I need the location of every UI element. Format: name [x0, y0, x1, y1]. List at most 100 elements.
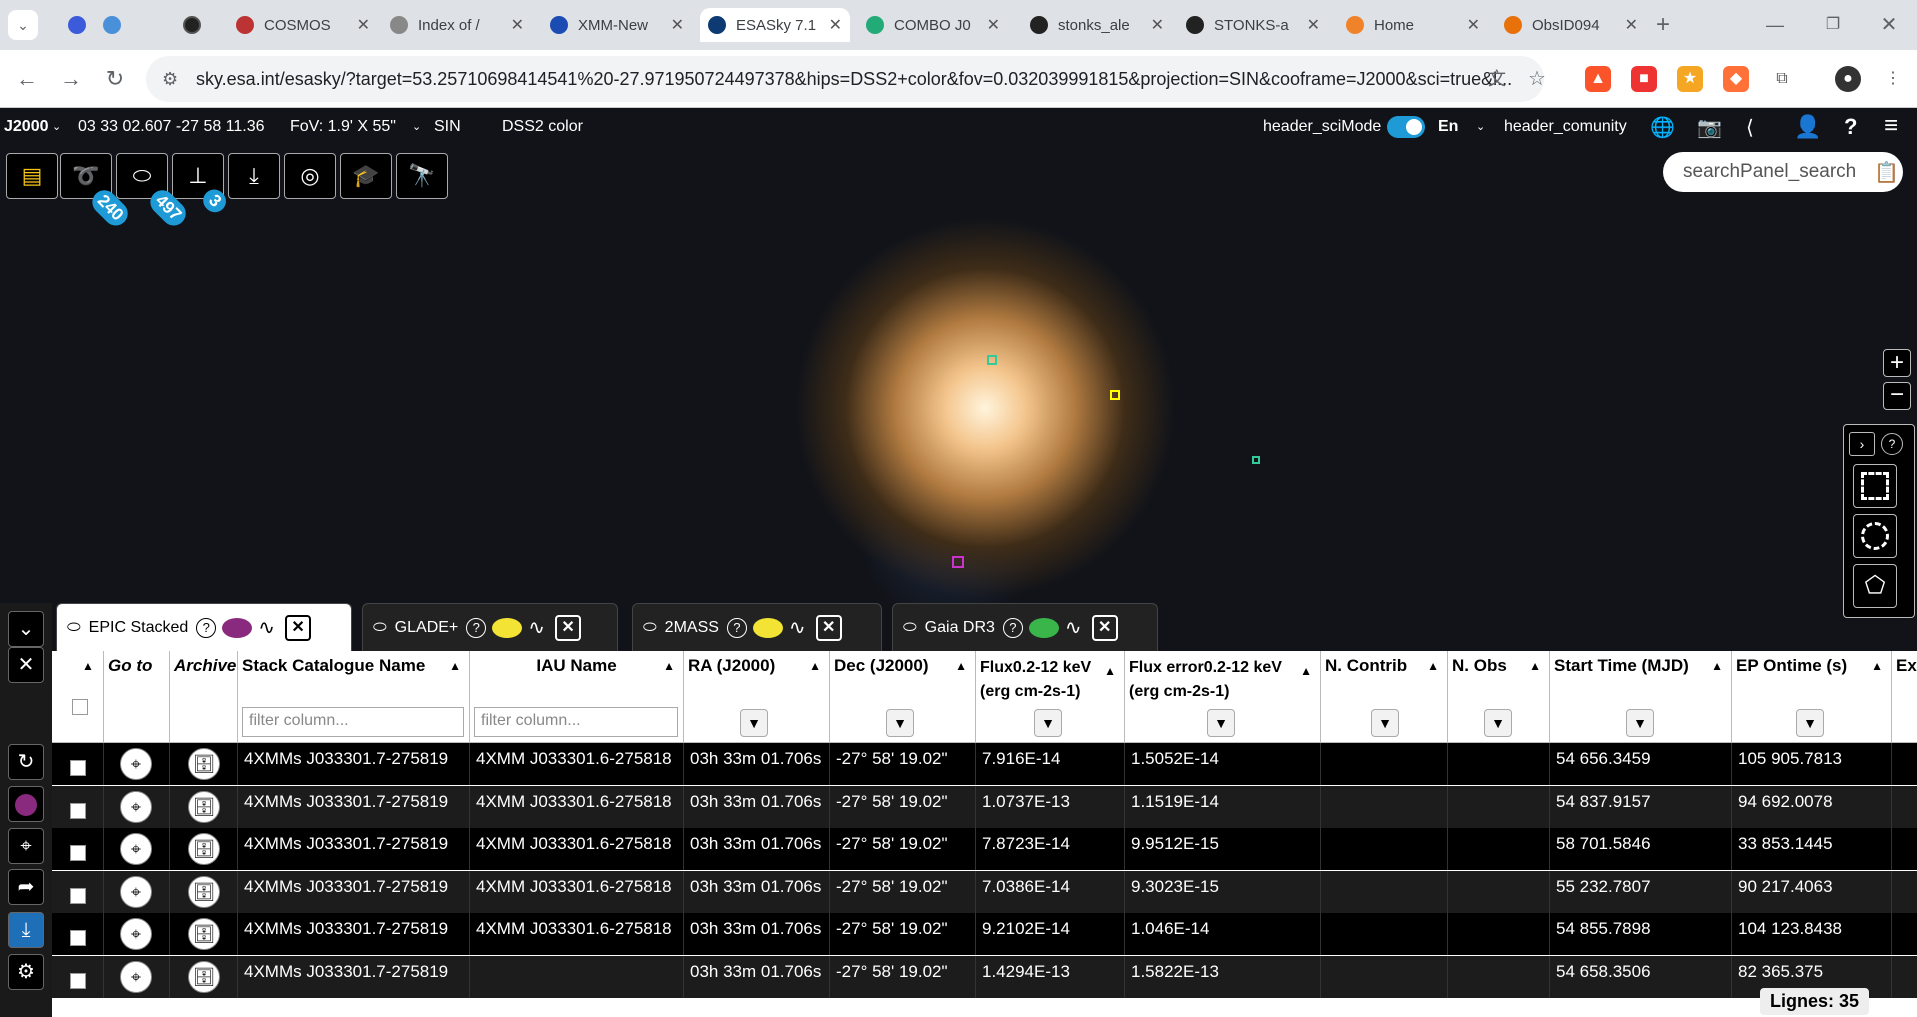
browser-tab[interactable]: Home ✕ [1338, 8, 1488, 42]
coord-frame-select[interactable]: J2000 [4, 118, 49, 136]
user-icon[interactable]: 👤 [1794, 114, 1821, 140]
color-dot[interactable] [1028, 617, 1059, 638]
circle-select-button[interactable] [1853, 514, 1897, 558]
sort-icon[interactable]: ▲ [1427, 659, 1439, 673]
tab-2mass[interactable]: ⬭ 2MASS ? ∿ ✕ [632, 603, 882, 651]
brave-shield-icon[interactable]: ▲ [1585, 66, 1611, 92]
sort-icon[interactable]: ▲ [449, 659, 461, 673]
wave-icon[interactable]: ∿ [528, 615, 545, 640]
help-icon[interactable]: ? [196, 617, 217, 638]
crosshair-icon[interactable]: ⌖ [120, 918, 152, 950]
row-checkbox[interactable] [70, 845, 86, 861]
column-start-time[interactable]: Start Time (MJD) ▲ ▼ [1550, 651, 1732, 743]
filter-funnel-icon[interactable]: ▼ [886, 709, 914, 737]
archive-icon[interactable]: 🗄 [188, 875, 220, 908]
browser-tab[interactable]: COSMOS ✕ [228, 8, 378, 42]
sort-icon[interactable]: ▲ [82, 659, 94, 673]
sort-icon[interactable]: ▲ [1104, 659, 1116, 683]
survey-name[interactable]: DSS2 color [502, 118, 583, 136]
close-tab-icon[interactable]: ✕ [1307, 15, 1320, 35]
close-tab-icon[interactable]: ✕ [1151, 15, 1164, 35]
collapse-toolbox-button[interactable]: › [1849, 432, 1875, 456]
filter-funnel-icon[interactable]: ▼ [1371, 709, 1399, 737]
archive-icon[interactable]: 🗄 [188, 748, 220, 780]
download-button[interactable]: ⤓ [8, 912, 44, 948]
globe-icon[interactable]: 🌐 [1650, 115, 1675, 140]
column-flux[interactable]: Flux0.2-12 keV (erg cm-2s-1) ▲ ▼ [976, 651, 1125, 743]
row-checkbox[interactable] [70, 972, 86, 989]
row-checkbox[interactable] [70, 930, 86, 946]
site-info-icon[interactable]: ⚙ [162, 56, 178, 102]
polygon-select-button[interactable]: ⬠ [1853, 564, 1897, 608]
projection-select[interactable]: SIN [434, 118, 461, 136]
column-ep-ontime[interactable]: EP Ontime (s) ▲ ▼ [1732, 651, 1892, 743]
close-tab-icon[interactable]: ✕ [511, 15, 524, 35]
new-tab-button[interactable]: + [1648, 10, 1678, 40]
back-button[interactable]: ← [12, 64, 42, 94]
clipboard-icon[interactable]: 📋 [1874, 160, 1899, 185]
color-dot[interactable] [752, 617, 783, 638]
share-icon[interactable]: ⟨ [1746, 115, 1754, 140]
pinned-tab-1[interactable] [60, 8, 90, 42]
reload-button[interactable]: ↻ [100, 64, 130, 94]
source-marker[interactable] [952, 556, 964, 568]
chevron-down-icon[interactable]: ⌄ [412, 120, 421, 133]
sort-icon[interactable]: ▲ [1529, 659, 1541, 673]
community-link[interactable]: header_comunity [1504, 118, 1627, 136]
table-row[interactable]: ⌖ 🗄 4XMMs J033301.7-275819 03h 33m 01.706s -… [52, 955, 1917, 998]
browser-tab[interactable]: ObsID094 ✕ [1496, 8, 1646, 42]
crosshair-icon[interactable]: ⌖ [120, 790, 152, 823]
column-iau-name[interactable]: IAU Name ▲ filter column... [470, 651, 684, 743]
crosshair-icon[interactable]: ⌖ [120, 833, 152, 865]
close-tab-button[interactable]: ✕ [815, 614, 842, 641]
archive-icon[interactable]: 🗄 [188, 790, 220, 823]
refresh-button[interactable]: ↻ [8, 744, 44, 780]
crosshair-icon[interactable]: ⌖ [120, 875, 152, 908]
sort-icon[interactable]: ▲ [663, 659, 675, 673]
tab-search-icon[interactable]: ⌄ [8, 10, 38, 40]
bookmark-star-icon[interactable]: ☆ [1522, 64, 1552, 94]
center-on-selection-button[interactable]: ⌖ [8, 828, 44, 864]
column-dec[interactable]: Dec (J2000) ▲ ▼ [830, 651, 976, 743]
source-marker[interactable] [1110, 390, 1120, 400]
forward-button[interactable]: → [56, 64, 86, 94]
color-dot[interactable] [492, 617, 523, 638]
sort-icon[interactable]: ▲ [1300, 659, 1312, 683]
box-select-button[interactable] [1853, 464, 1897, 508]
translate-icon[interactable]: 文 [1482, 64, 1512, 94]
filter-funnel-icon[interactable]: ▼ [1207, 709, 1235, 737]
sort-icon[interactable]: ▲ [955, 659, 967, 673]
close-panel-button[interactable]: ✕ [8, 647, 44, 683]
close-tab-icon[interactable]: ✕ [829, 15, 842, 35]
hamburger-menu-icon[interactable]: ≡ [1884, 112, 1898, 140]
guided-tours-button[interactable]: 🎓 [340, 153, 392, 199]
help-icon[interactable]: ? [726, 617, 747, 638]
extension-icon[interactable]: ★ [1677, 66, 1703, 92]
wave-icon[interactable]: ∿ [1065, 615, 1082, 640]
chevron-down-icon[interactable]: ⌄ [52, 120, 61, 133]
crosshair-icon[interactable]: ⌖ [120, 748, 152, 780]
sort-icon[interactable]: ▲ [809, 659, 821, 673]
filter-funnel-icon[interactable]: ▼ [1626, 709, 1654, 737]
color-picker-button[interactable] [8, 786, 44, 822]
address-bar[interactable]: ⚙ sky.esa.int/esasky/?target=53.25710698… [146, 56, 1544, 102]
language-select[interactable]: En [1438, 118, 1458, 136]
browser-tab[interactable]: Index of / ✕ [382, 8, 532, 42]
extension-icon[interactable]: ◆ [1723, 66, 1749, 92]
archive-icon[interactable]: 🗄 [188, 918, 220, 950]
help-icon[interactable]: ? [1881, 433, 1903, 455]
settings-gear-icon[interactable]: ⚙ [8, 954, 44, 990]
close-tab-icon[interactable]: ✕ [987, 15, 1000, 35]
archive-icon[interactable]: 🗄 [188, 833, 220, 865]
source-marker[interactable] [987, 355, 997, 365]
chevron-down-icon[interactable]: ⌄ [1476, 120, 1485, 133]
tab-epic-stacked[interactable]: ⬭ EPIC Stacked ? ∿ ✕ [56, 603, 352, 651]
browser-tab[interactable]: STONKS-a ✕ [1178, 8, 1328, 42]
outreach-button[interactable]: ◎ [284, 153, 336, 199]
scimode-toggle[interactable] [1387, 116, 1425, 138]
source-marker[interactable] [1252, 456, 1260, 464]
zoom-out-button[interactable]: − [1883, 382, 1911, 410]
sort-icon[interactable]: ▲ [1871, 659, 1883, 673]
table-row[interactable]: ⌖ 🗄 4XMMs J033301.7-275819 4XMM J033301.6-2… [52, 743, 1917, 785]
column-n-obs[interactable]: N. Obs ▲ ▼ [1448, 651, 1550, 743]
